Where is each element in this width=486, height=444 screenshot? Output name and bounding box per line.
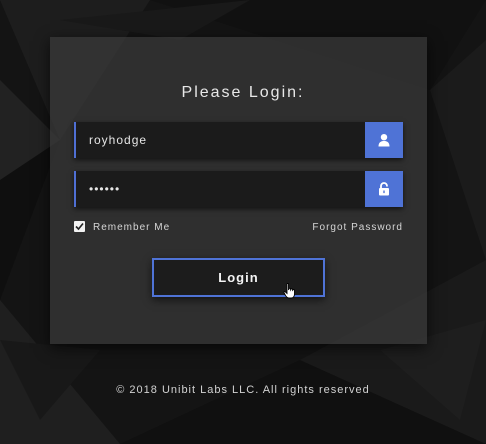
hand-cursor-icon — [283, 283, 295, 299]
login-button[interactable]: Login — [152, 258, 325, 297]
user-icon — [378, 134, 390, 147]
remember-me-checkbox[interactable] — [74, 221, 85, 232]
footer-copyright: © 2018 Unibit Labs LLC. All rights reser… — [116, 384, 370, 396]
checkmark-icon — [75, 222, 84, 231]
username-icon-button[interactable] — [365, 122, 403, 158]
password-input[interactable]: •••••• — [89, 171, 120, 207]
unlock-icon — [379, 182, 389, 196]
password-field[interactable]: •••••• — [74, 171, 403, 207]
password-field-accent — [74, 171, 76, 207]
password-icon-button[interactable] — [365, 171, 403, 207]
remember-me-label: Remember Me — [93, 222, 171, 233]
username-input[interactable]: royhodge — [89, 122, 147, 158]
username-field-accent — [74, 122, 76, 158]
forgot-password-link[interactable]: Forgot Password — [312, 222, 403, 233]
username-field[interactable]: royhodge — [74, 122, 403, 158]
login-title: Please Login: — [181, 84, 305, 101]
